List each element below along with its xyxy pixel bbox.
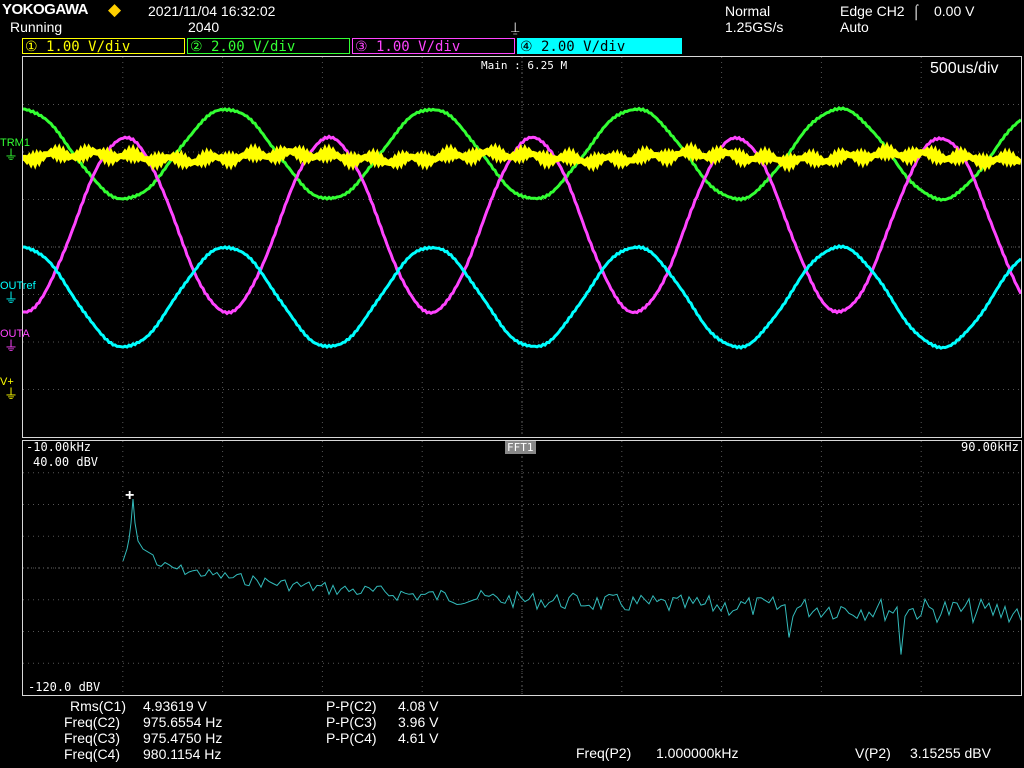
channel-number-icon: ② <box>190 39 203 55</box>
meas-label: Rms(C1) <box>70 698 126 714</box>
ground-icon: ⏚ <box>4 147 18 163</box>
trigger-mode: Auto <box>840 19 869 35</box>
meas-value: 4.08 V <box>398 698 439 714</box>
channel-3-scale[interactable]: ③ 1.00 V/div <box>352 38 515 55</box>
fft-freq-end: 90.00kHz <box>961 440 1019 454</box>
datetime: 2021/11/04 16:32:02 <box>148 3 276 19</box>
grid <box>23 441 1021 695</box>
trigger-position-icon: ⍊ <box>511 19 520 35</box>
peak-cursor-icon[interactable]: + <box>125 488 134 504</box>
fft-freq-start: -10.00kHz <box>26 440 92 454</box>
timebase-label: 500us/div <box>930 60 999 77</box>
ground-icon: ⏚ <box>4 386 18 402</box>
main-zoom-label: Main : 6.25 M <box>481 59 568 72</box>
meas-label: Freq(C4) <box>64 746 121 762</box>
channel-3-scale-label: 1.00 V/div <box>376 39 461 55</box>
brand-logo: YOKOGAWA <box>2 1 89 18</box>
meas-label: P-P(C4) <box>326 730 377 746</box>
acquisition-count: 2040 <box>188 19 220 35</box>
rising-edge-icon: ⌠ <box>912 3 921 19</box>
fft-label: FFT1 <box>505 441 536 454</box>
grid <box>23 57 1021 437</box>
fft-spectrum-plot <box>23 441 1021 695</box>
acquisition-mode: Normal <box>725 3 771 19</box>
trigger-level: 0.00 V <box>934 3 975 19</box>
channel-number-icon: ① <box>25 39 38 55</box>
meas-label: P-P(C3) <box>326 714 377 730</box>
meas-value: 4.93619 V <box>143 698 207 714</box>
channel-1-scale[interactable]: ① 1.00 V/div <box>22 38 185 55</box>
channel-2-scale-label: 2.00 V/div <box>211 39 296 55</box>
fft-top-level: 40.00 dBV <box>33 455 99 469</box>
channel-1-scale-label: 1.00 V/div <box>46 39 131 55</box>
meas-label: P-P(C2) <box>326 698 377 714</box>
brand-diamond-icon: ◆ <box>108 0 122 19</box>
ground-icon: ⏚ <box>4 338 18 354</box>
measurement-panel: Rms(C1) 4.93619 V Freq(C2) 975.6554 Hz F… <box>0 697 1024 768</box>
channel-4-scale[interactable]: ④ 2.00 V/div <box>517 38 682 55</box>
meas-label: Freq(C3) <box>64 730 121 746</box>
channel-2-scale[interactable]: ② 2.00 V/div <box>187 38 350 55</box>
meas-value: 980.1154 Hz <box>143 746 222 762</box>
main-waveform-plot <box>23 57 1021 437</box>
fft-bottom-level: -120.0 dBV <box>28 680 101 694</box>
meas-label: V(P2) <box>855 745 891 761</box>
meas-value: 975.6554 Hz <box>143 714 223 730</box>
meas-label: Freq(P2) <box>576 745 632 761</box>
fft-spectrum-trace <box>122 498 1021 655</box>
meas-value: 1.000000kHz <box>656 745 739 761</box>
meas-value: 975.4750 Hz <box>143 730 223 746</box>
channel-number-icon: ④ <box>520 39 533 55</box>
channel-number-icon: ③ <box>355 39 368 55</box>
main-waveform-window[interactable] <box>22 56 1022 438</box>
meas-label: Freq(C2) <box>64 714 121 730</box>
sample-rate: 1.25GS/s <box>725 19 784 35</box>
status-header: YOKOGAWA ◆ Running 2021/11/04 16:32:02 2… <box>0 0 1024 37</box>
channel-4-scale-label: 2.00 V/div <box>541 39 626 55</box>
meas-value: 4.61 V <box>398 730 439 746</box>
trigger-source: Edge CH2 <box>840 3 905 19</box>
meas-value: 3.15255 dBV <box>910 745 991 761</box>
meas-value: 3.96 V <box>398 714 439 730</box>
ground-icon: ⏚ <box>4 290 18 306</box>
fft-window[interactable] <box>22 440 1022 696</box>
run-status: Running <box>10 19 63 35</box>
